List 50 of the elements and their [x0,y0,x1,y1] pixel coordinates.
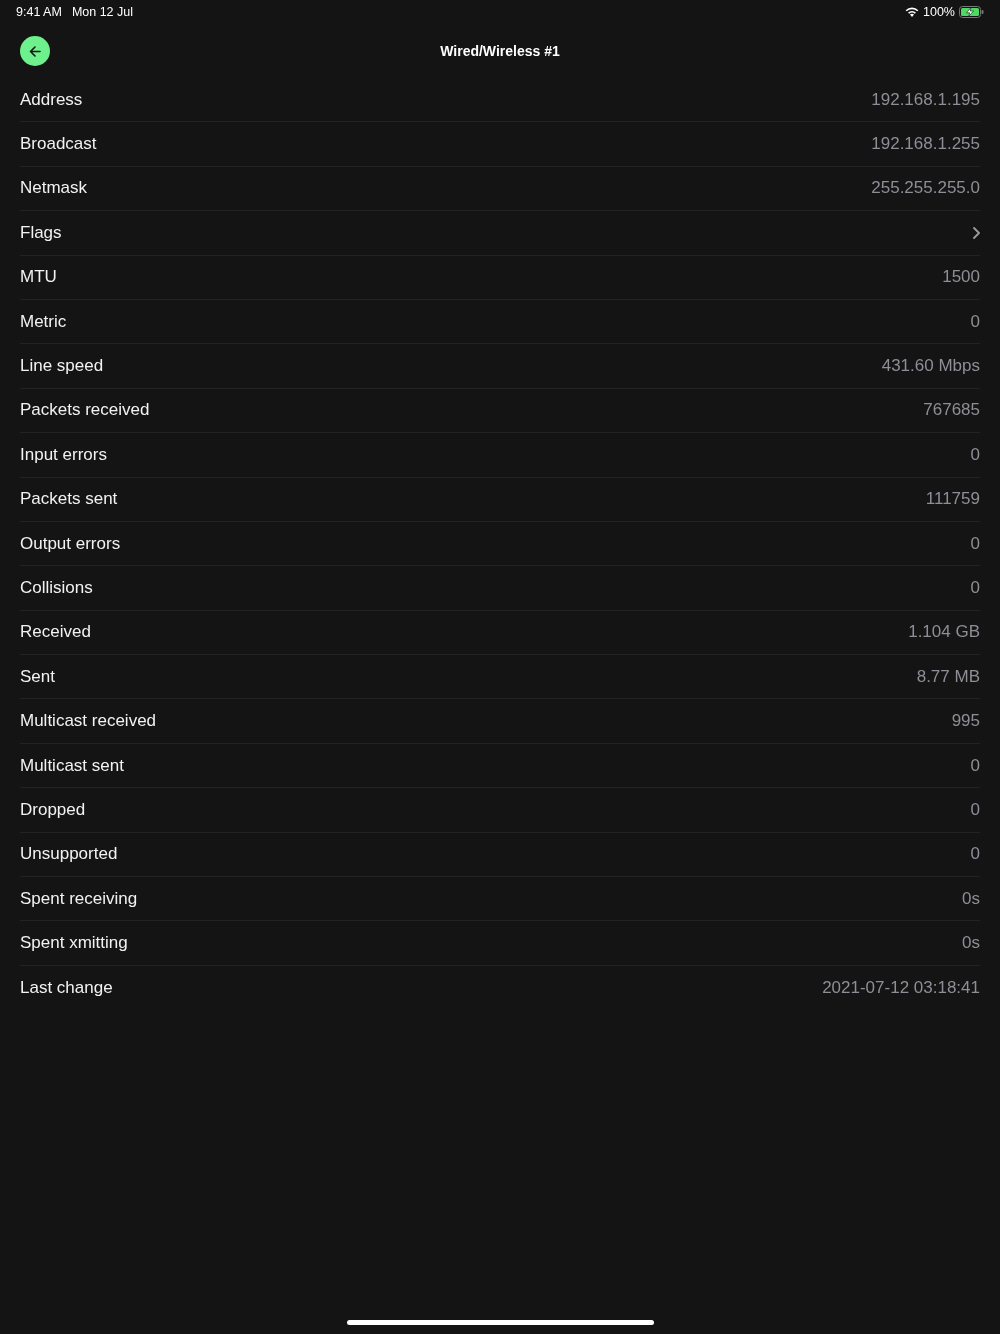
chevron-right-icon [973,226,980,239]
row-label: Packets sent [20,489,118,510]
row-label: Received [20,622,91,643]
row-label: Broadcast [20,134,97,155]
flags-row[interactable]: Flags [20,211,980,256]
status-time: 9:41 AM [16,5,62,19]
row-label: MTU [20,267,57,288]
row-value: 192.168.1.195 [871,89,980,110]
status-date: Mon 12 Jul [71,5,134,19]
row-label: Address [20,89,83,110]
row-value: 1500 [942,267,980,288]
row-value: 0 [970,533,980,554]
row-label: Input errors [20,444,107,465]
row-label: Spent xmitting [20,933,128,954]
row-value: 255.255.255.0 [871,178,980,199]
page-title: Wired/Wireless #1 [440,43,560,59]
row-value: 2021-07-12 03:18:41 [822,978,980,998]
row-label: Dropped [20,799,86,820]
row-value: 0 [970,578,980,598]
row-value: 0 [970,311,980,332]
back-button[interactable] [20,36,50,66]
row-value: 111759 [925,489,980,510]
row-value: 431.60 Mbps [881,356,980,377]
row-label: Last change [20,978,113,998]
row-label: Metric [20,311,67,332]
arrow-left-icon [29,45,41,57]
row-label: Multicast sent [20,755,124,776]
row-label: Netmask [20,178,88,199]
row-value: 0 [970,844,980,865]
battery-charging-icon [959,6,984,18]
row-label: Line speed [20,356,104,377]
row-value: 192.168.1.255 [871,134,980,155]
row-label: Spent receiving [20,888,138,909]
row-label: Packets received [20,400,150,421]
row-value: 767685 [923,400,980,421]
row-value: 8.77 MB [916,666,980,687]
row-value: 0s [962,888,980,909]
battery-percentage: 100% [923,5,955,19]
row-value: 0 [970,799,980,820]
row-label: Sent [20,666,55,687]
row-label: Output errors [20,533,121,554]
wifi-icon [905,7,919,17]
row-label: Multicast received [20,711,157,732]
row-label: Collisions [20,578,93,598]
row-label: Unsupported [20,844,118,865]
row-value: 1.104 GB [908,622,980,643]
row-value: 0 [970,755,980,776]
row-value: 995 [951,711,980,732]
row-value: 0s [962,933,980,954]
row-value: 0 [970,444,980,465]
